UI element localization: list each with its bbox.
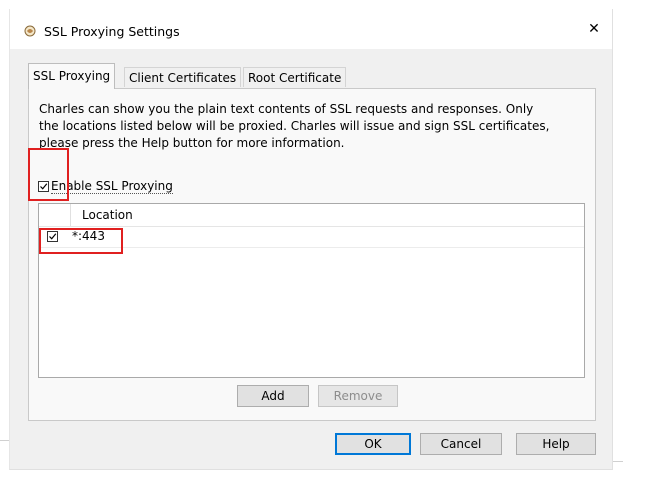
add-button-label: Add (261, 389, 285, 403)
remove-button-label: Remove (333, 389, 383, 403)
tab-label: Client Certificates (129, 71, 237, 85)
help-button-label: Help (542, 437, 570, 451)
ssl-proxying-settings-dialog: SSL Proxying Settings ✕ SSL Proxying Cli… (9, 9, 613, 470)
charles-app-icon (24, 25, 36, 37)
tab-label: SSL Proxying (33, 69, 111, 83)
title-bar: SSL Proxying Settings ✕ (10, 9, 612, 49)
remove-button[interactable]: Remove (318, 385, 398, 407)
background-edge (0, 440, 9, 441)
column-divider (70, 204, 71, 226)
ssl-proxying-panel: Charles can show you the plain text cont… (28, 88, 596, 421)
enable-ssl-proxying-checkbox[interactable]: Enable SSL Proxying (38, 179, 173, 194)
row-enabled-checkbox[interactable] (47, 231, 58, 242)
ok-button-label: OK (364, 437, 382, 451)
tab-client-certificates[interactable]: Client Certificates (124, 67, 242, 87)
description: Charles can show you the plain text cont… (39, 101, 589, 152)
tab-ssl-proxying[interactable]: SSL Proxying (28, 63, 116, 89)
cancel-button[interactable]: Cancel (420, 433, 502, 455)
tab-root-certificate[interactable]: Root Certificate (243, 67, 347, 87)
description-line: the locations listed below will be proxi… (39, 119, 550, 133)
background-edge (613, 461, 623, 462)
close-icon: ✕ (588, 21, 600, 37)
description-line: please press the Help button for more in… (39, 136, 345, 150)
close-button[interactable]: ✕ (576, 13, 612, 45)
help-button[interactable]: Help (516, 433, 596, 455)
locations-table[interactable]: Location *:443 (38, 203, 585, 378)
checkbox-checked-icon[interactable] (38, 181, 49, 192)
ok-button[interactable]: OK (335, 433, 411, 455)
table-header: Location (39, 204, 584, 227)
enable-ssl-proxying-label: Enable SSL Proxying (51, 179, 173, 194)
cancel-button-label: Cancel (440, 437, 482, 451)
window-title: SSL Proxying Settings (44, 24, 180, 39)
description-line: Charles can show you the plain text cont… (39, 102, 534, 116)
add-button[interactable]: Add (237, 385, 309, 407)
location-cell: *:443 (72, 229, 105, 243)
column-header-location[interactable]: Location (82, 208, 133, 222)
table-row[interactable]: *:443 (39, 227, 584, 248)
tab-label: Root Certificate (248, 71, 342, 85)
